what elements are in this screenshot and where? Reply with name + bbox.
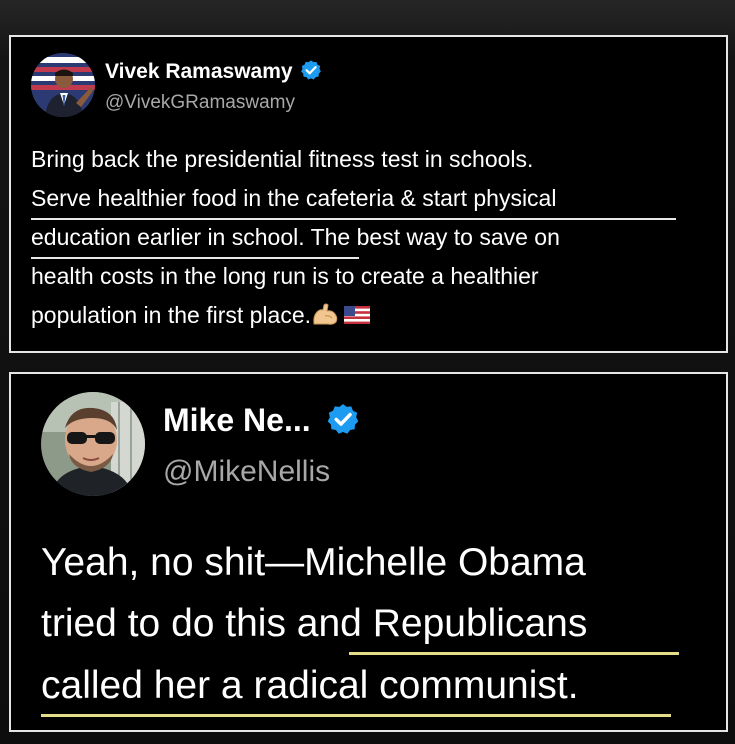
- verified-badge-icon: [301, 60, 322, 80]
- display-name-text: Vivek Ramaswamy: [105, 60, 293, 83]
- flexed-biceps-emoji-icon: [313, 303, 338, 325]
- tweet-card-vivek: Vivek Ramaswamy @VivekGRamaswamy Bring b…: [9, 35, 728, 353]
- tweet-text-line-last: population in the first place.: [31, 299, 371, 331]
- tweet-text-line: called her a radical communist.: [41, 664, 579, 707]
- tweet-text-line: Bring back the presidential fitness test…: [31, 146, 534, 172]
- us-flag-emoji-icon: [344, 306, 371, 324]
- tweet-card-mike: Mike Ne... @MikeNellis Yeah, no shit—Mic…: [9, 372, 728, 732]
- tweet-text-line: Serve healthier food in the cafeteria & …: [31, 185, 557, 211]
- highlight-underline: [31, 218, 676, 220]
- avatar[interactable]: [41, 392, 145, 496]
- tweet-text-line: tried to do this and Republicans: [41, 602, 588, 645]
- display-name-text: Mike Ne...: [163, 402, 311, 438]
- tweet-text-line: health costs in the long run is to creat…: [31, 263, 539, 289]
- user-handle[interactable]: @VivekGRamaswamy: [105, 92, 295, 114]
- tweet-text-line: education earlier in school. The best wa…: [31, 224, 560, 250]
- highlight-underline: [349, 652, 679, 655]
- avatar[interactable]: [31, 53, 95, 117]
- profile-photo-icon: [41, 392, 145, 496]
- display-name[interactable]: Mike Ne...: [163, 402, 360, 439]
- verified-badge-icon: [327, 404, 358, 434]
- profile-photo-icon: [31, 53, 95, 117]
- tweet-text-line: Yeah, no shit—Michelle Obama: [41, 541, 586, 584]
- user-handle[interactable]: @MikeNellis: [163, 455, 330, 489]
- tweet-text-segment: population in the first place.: [31, 302, 312, 328]
- display-name[interactable]: Vivek Ramaswamy: [105, 59, 322, 84]
- highlight-underline: [41, 714, 671, 717]
- highlight-underline: [31, 257, 359, 259]
